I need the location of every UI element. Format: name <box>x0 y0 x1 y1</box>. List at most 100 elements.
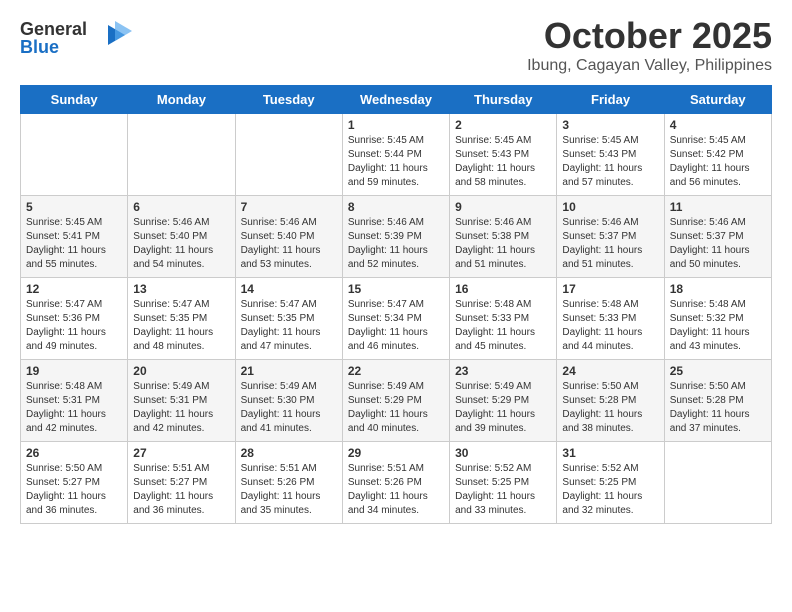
day-info: Sunrise: 5:45 AM Sunset: 5:43 PM Dayligh… <box>455 134 551 190</box>
calendar-cell: 1Sunrise: 5:45 AM Sunset: 5:44 PM Daylig… <box>342 114 449 196</box>
day-info: Sunrise: 5:49 AM Sunset: 5:31 PM Dayligh… <box>133 380 229 436</box>
calendar-cell: 10Sunrise: 5:46 AM Sunset: 5:37 PM Dayli… <box>557 196 664 278</box>
calendar-cell: 31 Sunrise: 5:52 AM Sunset: 5:25 PM Dayli… <box>557 442 664 524</box>
day-number: 12 <box>26 282 122 296</box>
calendar-cell: 11Sunrise: 5:46 AM Sunset: 5:37 PM Dayli… <box>664 196 771 278</box>
calendar-cell: 29 Sunrise: 5:51 AM Sunset: 5:26 PM Dayli… <box>342 442 449 524</box>
day-number: 15 <box>348 282 444 296</box>
day-info: Sunrise: 5:49 AM Sunset: 5:29 PM Dayligh… <box>348 380 444 436</box>
day-number: 5 <box>26 200 122 214</box>
calendar-cell <box>664 442 771 524</box>
location: Ibung, Cagayan Valley, Philippines <box>527 57 772 75</box>
day-number: 27 <box>133 446 229 460</box>
weekday-header-tuesday: Tuesday <box>235 86 342 114</box>
calendar-table: SundayMondayTuesdayWednesdayThursdayFrid… <box>20 85 772 524</box>
day-number: 4 <box>670 118 766 132</box>
weekday-header-saturday: Saturday <box>664 86 771 114</box>
weekday-header-wednesday: Wednesday <box>342 86 449 114</box>
calendar-cell: 3 Sunrise: 5:45 AM Sunset: 5:43 PM Daylig… <box>557 114 664 196</box>
month-title: October 2025 <box>527 15 772 57</box>
svg-text:Blue: Blue <box>20 37 59 57</box>
day-info: Sunrise: 5:51 AM Sunset: 5:26 PM Dayligh… <box>241 462 337 518</box>
calendar-cell: 9Sunrise: 5:46 AM Sunset: 5:38 PM Daylig… <box>450 196 557 278</box>
day-info: Sunrise: 5:52 AM Sunset: 5:25 PM Dayligh… <box>455 462 551 518</box>
weekday-header-row: SundayMondayTuesdayWednesdayThursdayFrid… <box>21 86 772 114</box>
day-number: 3 <box>562 118 658 132</box>
day-info: Sunrise: 5:48 AM Sunset: 5:32 PM Dayligh… <box>670 298 766 354</box>
calendar-cell: 7Sunrise: 5:46 AM Sunset: 5:40 PM Daylig… <box>235 196 342 278</box>
calendar-cell: 8 Sunrise: 5:46 AM Sunset: 5:39 PM Daylig… <box>342 196 449 278</box>
day-info: Sunrise: 5:45 AM Sunset: 5:43 PM Dayligh… <box>562 134 658 190</box>
calendar-cell: 2 Sunrise: 5:45 AM Sunset: 5:43 PM Daylig… <box>450 114 557 196</box>
calendar-cell: 25Sunrise: 5:50 AM Sunset: 5:28 PM Dayli… <box>664 360 771 442</box>
page: General Blue October 2025 Ibung, Cagayan… <box>0 0 792 612</box>
calendar-cell: 16Sunrise: 5:48 AM Sunset: 5:33 PM Dayli… <box>450 278 557 360</box>
day-info: Sunrise: 5:50 AM Sunset: 5:27 PM Dayligh… <box>26 462 122 518</box>
day-number: 13 <box>133 282 229 296</box>
svg-text:General: General <box>20 19 87 39</box>
week-row-5: 26Sunrise: 5:50 AM Sunset: 5:27 PM Dayli… <box>21 442 772 524</box>
header: General Blue October 2025 Ibung, Cagayan… <box>20 15 772 75</box>
day-number: 23 <box>455 364 551 378</box>
calendar-cell: 5 Sunrise: 5:45 AM Sunset: 5:41 PM Daylig… <box>21 196 128 278</box>
calendar-cell: 21 Sunrise: 5:49 AM Sunset: 5:30 PM Dayli… <box>235 360 342 442</box>
calendar-cell: 4 Sunrise: 5:45 AM Sunset: 5:42 PM Daylig… <box>664 114 771 196</box>
day-info: Sunrise: 5:49 AM Sunset: 5:30 PM Dayligh… <box>241 380 337 436</box>
day-number: 8 <box>348 200 444 214</box>
day-info: Sunrise: 5:46 AM Sunset: 5:40 PM Dayligh… <box>133 216 229 272</box>
day-info: Sunrise: 5:48 AM Sunset: 5:31 PM Dayligh… <box>26 380 122 436</box>
day-info: Sunrise: 5:52 AM Sunset: 5:25 PM Dayligh… <box>562 462 658 518</box>
day-number: 6 <box>133 200 229 214</box>
calendar-cell: 6 Sunrise: 5:46 AM Sunset: 5:40 PM Daylig… <box>128 196 235 278</box>
calendar-cell: 28 Sunrise: 5:51 AM Sunset: 5:26 PM Dayli… <box>235 442 342 524</box>
calendar-cell: 26Sunrise: 5:50 AM Sunset: 5:27 PM Dayli… <box>21 442 128 524</box>
calendar-cell: 18 Sunrise: 5:48 AM Sunset: 5:32 PM Dayli… <box>664 278 771 360</box>
calendar-cell: 20Sunrise: 5:49 AM Sunset: 5:31 PM Dayli… <box>128 360 235 442</box>
day-number: 18 <box>670 282 766 296</box>
day-info: Sunrise: 5:51 AM Sunset: 5:27 PM Dayligh… <box>133 462 229 518</box>
day-number: 14 <box>241 282 337 296</box>
weekday-header-friday: Friday <box>557 86 664 114</box>
week-row-1: 1Sunrise: 5:45 AM Sunset: 5:44 PM Daylig… <box>21 114 772 196</box>
calendar-cell: 15 Sunrise: 5:47 AM Sunset: 5:34 PM Dayli… <box>342 278 449 360</box>
day-number: 28 <box>241 446 337 460</box>
calendar-cell: 27 Sunrise: 5:51 AM Sunset: 5:27 PM Dayli… <box>128 442 235 524</box>
logo: General Blue <box>20 15 140 65</box>
calendar-cell <box>21 114 128 196</box>
day-number: 16 <box>455 282 551 296</box>
day-info: Sunrise: 5:46 AM Sunset: 5:40 PM Dayligh… <box>241 216 337 272</box>
week-row-2: 5 Sunrise: 5:45 AM Sunset: 5:41 PM Daylig… <box>21 196 772 278</box>
title-block: October 2025 Ibung, Cagayan Valley, Phil… <box>527 15 772 75</box>
day-number: 22 <box>348 364 444 378</box>
logo-text: General Blue <box>20 15 140 65</box>
weekday-header-thursday: Thursday <box>450 86 557 114</box>
day-info: Sunrise: 5:47 AM Sunset: 5:34 PM Dayligh… <box>348 298 444 354</box>
day-info: Sunrise: 5:46 AM Sunset: 5:39 PM Dayligh… <box>348 216 444 272</box>
day-number: 17 <box>562 282 658 296</box>
day-info: Sunrise: 5:49 AM Sunset: 5:29 PM Dayligh… <box>455 380 551 436</box>
week-row-3: 12Sunrise: 5:47 AM Sunset: 5:36 PM Dayli… <box>21 278 772 360</box>
day-number: 25 <box>670 364 766 378</box>
day-number: 29 <box>348 446 444 460</box>
week-row-4: 19 Sunrise: 5:48 AM Sunset: 5:31 PM Dayli… <box>21 360 772 442</box>
day-number: 21 <box>241 364 337 378</box>
calendar-cell <box>235 114 342 196</box>
calendar-cell: 19 Sunrise: 5:48 AM Sunset: 5:31 PM Dayli… <box>21 360 128 442</box>
calendar-cell: 14 Sunrise: 5:47 AM Sunset: 5:35 PM Dayli… <box>235 278 342 360</box>
day-info: Sunrise: 5:45 AM Sunset: 5:44 PM Dayligh… <box>348 134 444 190</box>
day-info: Sunrise: 5:45 AM Sunset: 5:41 PM Dayligh… <box>26 216 122 272</box>
day-info: Sunrise: 5:45 AM Sunset: 5:42 PM Dayligh… <box>670 134 766 190</box>
calendar-cell: 12Sunrise: 5:47 AM Sunset: 5:36 PM Dayli… <box>21 278 128 360</box>
calendar-cell: 24Sunrise: 5:50 AM Sunset: 5:28 PM Dayli… <box>557 360 664 442</box>
day-number: 11 <box>670 200 766 214</box>
day-number: 31 <box>562 446 658 460</box>
calendar-cell <box>128 114 235 196</box>
day-number: 19 <box>26 364 122 378</box>
day-info: Sunrise: 5:47 AM Sunset: 5:35 PM Dayligh… <box>133 298 229 354</box>
day-info: Sunrise: 5:48 AM Sunset: 5:33 PM Dayligh… <box>562 298 658 354</box>
day-info: Sunrise: 5:47 AM Sunset: 5:35 PM Dayligh… <box>241 298 337 354</box>
day-number: 2 <box>455 118 551 132</box>
day-info: Sunrise: 5:51 AM Sunset: 5:26 PM Dayligh… <box>348 462 444 518</box>
calendar-cell: 23 Sunrise: 5:49 AM Sunset: 5:29 PM Dayli… <box>450 360 557 442</box>
day-number: 24 <box>562 364 658 378</box>
